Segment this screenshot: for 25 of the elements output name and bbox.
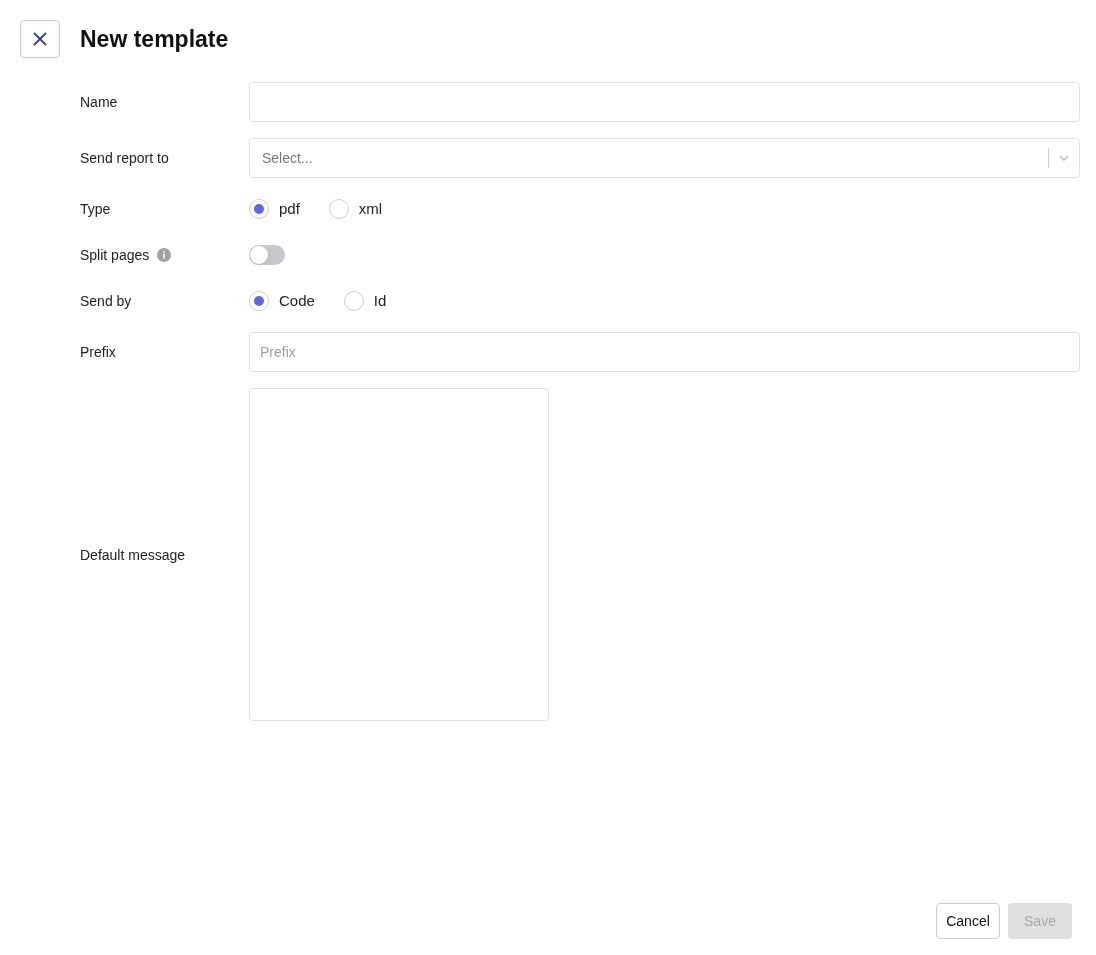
toggle-switch[interactable] xyxy=(249,245,285,265)
radio-option[interactable]: Id xyxy=(343,289,387,313)
message-textarea[interactable] xyxy=(249,388,549,721)
field-label: Send by xyxy=(80,292,132,311)
field-label: Prefix xyxy=(80,343,116,362)
radio-button[interactable] xyxy=(343,291,364,311)
action-button[interactable]: Cancel xyxy=(936,903,1000,939)
input-field[interactable] xyxy=(249,82,1080,122)
radio-option[interactable]: xml xyxy=(328,197,383,221)
close-icon xyxy=(32,31,48,47)
radio-button[interactable] xyxy=(249,199,269,219)
field-label: Send report to xyxy=(80,149,169,168)
radio-option[interactable]: pdf xyxy=(249,197,300,221)
field-label: Split pages xyxy=(80,246,150,265)
select-placeholder: Select... xyxy=(262,149,314,168)
input-field[interactable]: Prefix xyxy=(249,332,1080,372)
radio-button[interactable] xyxy=(249,291,269,311)
field-label: Type xyxy=(80,200,111,219)
field-label: Name xyxy=(80,93,118,112)
radio-button[interactable] xyxy=(328,199,349,219)
radio-option[interactable]: Code xyxy=(249,289,315,313)
close-button[interactable] xyxy=(20,20,60,58)
select-field[interactable]: Select... xyxy=(249,138,1080,178)
field-label: Default message xyxy=(80,545,186,565)
page-title: New template xyxy=(80,24,229,54)
